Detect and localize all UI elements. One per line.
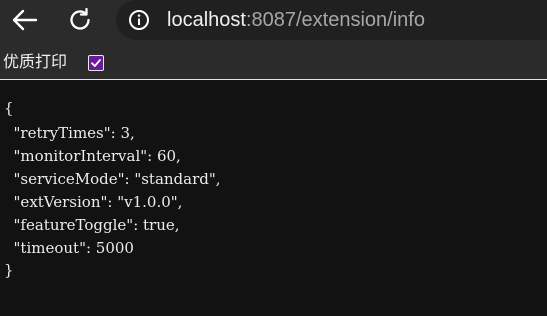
back-button[interactable] [9,4,41,36]
info-icon[interactable] [128,9,150,31]
address-bar[interactable]: localhost:8087/extension/info [116,0,547,40]
checkmark-icon [91,59,101,67]
url-text[interactable]: localhost:8087/extension/info [167,7,425,33]
json-line-monitor-interval: "monitorInterval": 60, [4,147,181,165]
pretty-print-label: 优质打印 [3,52,68,71]
json-line-timeout: "timeout": 5000 [4,239,134,257]
json-line-ext-version: "extVersion": "v1.0.0", [4,193,183,211]
back-arrow-icon [12,9,38,31]
json-open-brace: { [4,99,14,117]
pretty-print-bar: 优质打印 [0,40,547,80]
url-host: localhost [167,9,246,31]
pretty-print-checkbox[interactable] [88,55,104,71]
json-line-retry-times: "retryTimes": 3, [4,124,135,142]
url-path: :8087/extension/info [245,9,425,31]
json-line-feature-toggle: "featureToggle": true, [4,216,180,234]
json-line-service-mode: "serviceMode": "standard", [4,170,221,188]
reload-button[interactable] [64,4,96,36]
json-close-brace: } [4,261,14,279]
json-viewer: { "retryTimes": 3, "monitorInterval": 60… [0,80,547,316]
reload-icon [70,7,90,30]
browser-toolbar: localhost:8087/extension/info [0,0,547,40]
